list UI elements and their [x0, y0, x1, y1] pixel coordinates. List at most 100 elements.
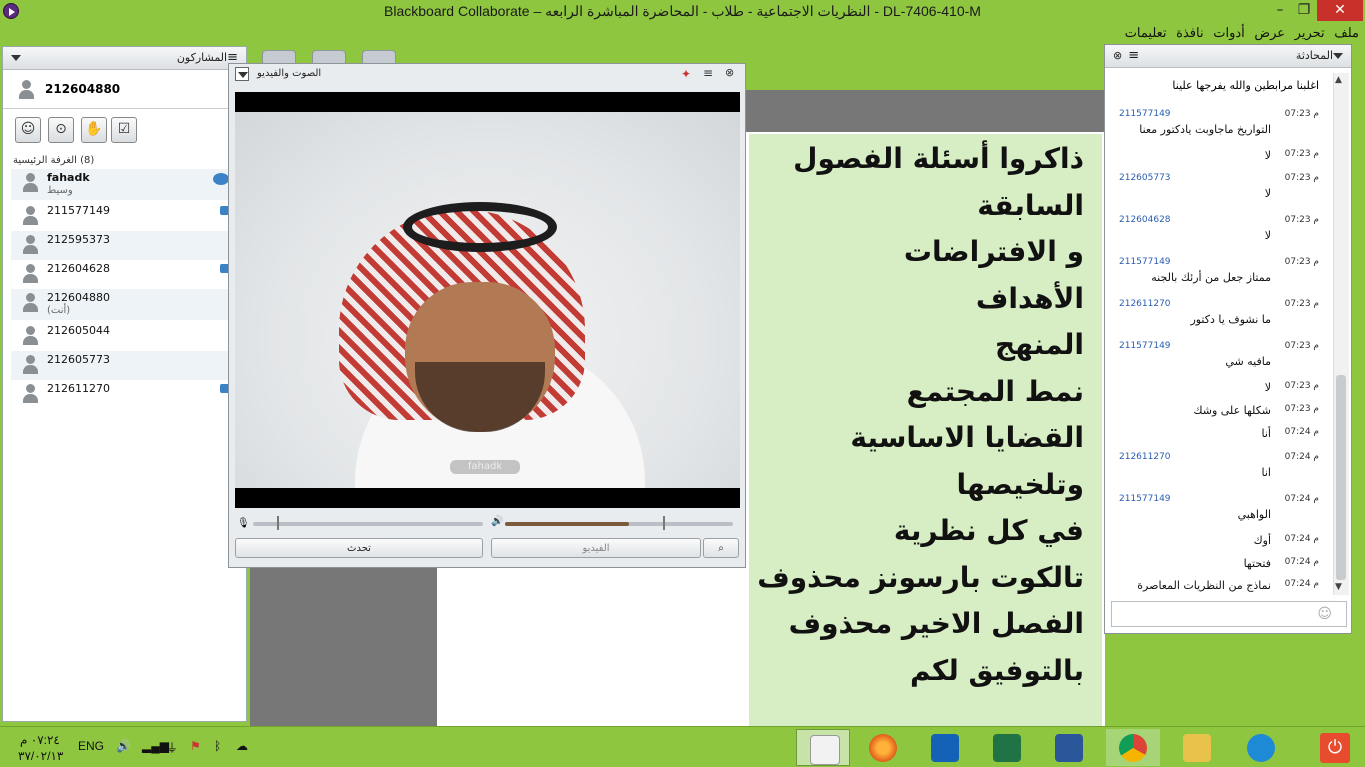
chat-message-user: 211577149 — [1119, 494, 1171, 504]
participant-role: وسيط — [47, 185, 73, 196]
participant-name: 211577149 — [47, 204, 110, 217]
word-icon — [1055, 734, 1083, 762]
microphone-slider-handle[interactable] — [277, 516, 279, 530]
talk-button[interactable]: تحدث — [235, 538, 483, 558]
title-bar: Blackboard Collaborate – النظريات الاجتم… — [0, 0, 1365, 23]
video-person-agal — [403, 202, 557, 252]
menu-bar: ملف تحرير عرض أدوات نافذة تعليمات — [0, 23, 1365, 43]
participant-row[interactable]: 212605773 — [11, 351, 231, 380]
taskbar-word[interactable] — [1042, 729, 1096, 766]
slide-line: و الافتراضات — [903, 235, 1084, 268]
chat-message-text: شكلها على وشك — [1193, 404, 1271, 417]
chat-message: 212604628 م 07:23 لا — [1119, 215, 1319, 257]
taskbar-explorer[interactable] — [1170, 729, 1224, 766]
volume-icon[interactable]: 🔊 — [116, 739, 131, 753]
menu-edit[interactable]: تحرير — [1292, 23, 1328, 43]
power-app-icon[interactable]: ⏻ — [1320, 733, 1350, 763]
chat-message-user: 211577149 — [1119, 109, 1171, 119]
chat-message-text: لا — [1264, 187, 1271, 200]
my-name: 212604880 — [45, 82, 121, 96]
chat-title: المحادثة — [1295, 49, 1333, 62]
poll-response-button[interactable]: ☑ — [111, 117, 137, 143]
participant-row[interactable]: 212605044 — [11, 322, 231, 351]
language-indicator[interactable]: ENG — [78, 739, 104, 753]
restore-button[interactable]: ❐ — [1292, 0, 1316, 21]
minimize-button[interactable]: – — [1268, 0, 1292, 21]
slide-line: ذاكروا أسئلة الفصول — [793, 142, 1084, 175]
close-icon[interactable]: ⊗ — [1113, 45, 1122, 67]
participant-name: 212604628 — [47, 262, 110, 275]
participant-row[interactable]: fahadk وسيط — [11, 169, 231, 200]
menu-window[interactable]: نافذة — [1173, 23, 1206, 43]
collapse-triangle-icon[interactable] — [1333, 45, 1343, 67]
chat-message-time: م 07:23 — [1284, 381, 1319, 391]
participant-name: fahadk — [47, 171, 90, 184]
menu-view[interactable]: عرض — [1251, 23, 1288, 43]
participant-row[interactable]: 212611270 — [11, 380, 231, 409]
clock-time[interactable]: ٠٧:٢٤ م — [20, 733, 60, 747]
video-settings-icon[interactable]: ✦ — [681, 67, 691, 81]
participant-name: 212604880 — [47, 291, 110, 304]
emoticon-icon[interactable]: ☺ — [1317, 606, 1332, 622]
scroll-up-icon[interactable]: ▲ — [1335, 75, 1342, 85]
microphone-level-slider[interactable] — [253, 522, 483, 526]
slide-line: بالتوفيق لكم — [909, 653, 1084, 687]
chat-message-user: 211577149 — [1119, 341, 1171, 351]
chat-message-text: انا — [1261, 466, 1271, 479]
close-icon[interactable]: ⊗ — [725, 66, 734, 79]
onedrive-icon[interactable]: ☁ — [236, 739, 248, 753]
chat-message-time: م 07:24 — [1284, 494, 1319, 504]
dropdown-icon[interactable] — [235, 67, 249, 81]
chat-input[interactable]: ☺ — [1111, 601, 1347, 627]
av-panel-title: الصوت والفيديو — [257, 68, 322, 79]
menu-file[interactable]: ملف — [1331, 23, 1362, 43]
menu-help[interactable]: تعليمات — [1122, 23, 1170, 43]
participant-row[interactable]: 212595373 — [11, 231, 231, 260]
slide-line: القضايا الاساسية — [850, 421, 1084, 454]
close-button[interactable]: ✕ — [1317, 0, 1363, 21]
notification-flag-icon[interactable]: ⚑ — [190, 739, 201, 753]
chat-message-text: الواهبي — [1237, 508, 1271, 521]
chat-message: 211577149 م 07:24 الواهبي — [1119, 494, 1319, 536]
taskbar-firefox[interactable] — [856, 729, 910, 766]
panel-menu-icon[interactable]: ≡ — [703, 66, 713, 80]
taskbar-maxthon[interactable] — [918, 729, 972, 766]
video-button[interactable]: الفيديو — [491, 538, 701, 558]
chat-message: 212611270 م 07:23 ما نشوف يا دكتور — [1119, 299, 1319, 341]
participant-row[interactable]: 212604880 (أنت) — [11, 289, 231, 320]
chat-message-time: م 07:24 — [1284, 427, 1319, 437]
taskbar-excel[interactable] — [980, 729, 1034, 766]
chat-message-user: 212605773 — [1119, 173, 1171, 183]
scroll-down-icon[interactable]: ▼ — [1335, 582, 1342, 592]
slide-line: الفصل الاخير محذوف — [788, 607, 1084, 640]
chat-message: 211577149 م 07:23 التواريخ ماجاوبت يادكت… — [1119, 109, 1319, 151]
menu-tools[interactable]: أدوات — [1210, 23, 1248, 43]
speaker-slider-handle[interactable] — [663, 516, 665, 530]
taskbar-java[interactable] — [796, 729, 850, 766]
avatar-icon — [23, 206, 38, 226]
avatar-icon — [23, 173, 38, 193]
signal-icon[interactable]: ▂▄▆ — [142, 739, 169, 753]
participants-panel: المشاركون ≡ 212604880 ☺ ⊙ ✋ ☑ (8) الغرفة… — [2, 46, 247, 722]
avatar-icon — [23, 264, 38, 284]
participant-row[interactable]: 211577149 — [11, 202, 231, 231]
collapse-triangle-icon[interactable] — [11, 47, 21, 69]
speaker-icon: 🔊 — [491, 516, 504, 527]
taskbar-chrome[interactable] — [1106, 729, 1160, 766]
video-preview-button[interactable]: ⌕ — [703, 538, 739, 558]
chat-message-time: م 07:24 — [1284, 534, 1319, 544]
panel-menu-icon[interactable]: ≡ — [1128, 45, 1139, 67]
raise-hand-button[interactable]: ✋ — [81, 117, 107, 143]
bluetooth-icon[interactable]: ᛒ — [214, 739, 221, 753]
chat-message: 212611270 م 07:24 انا — [1119, 452, 1319, 494]
taskbar-ie[interactable] — [1234, 729, 1288, 766]
emoticon-button[interactable]: ☺ — [15, 117, 41, 143]
away-status-button[interactable]: ⊙ — [48, 117, 74, 143]
chat-scrollbar-thumb[interactable] — [1336, 375, 1346, 580]
participant-name: 212595373 — [47, 233, 110, 246]
participant-row[interactable]: 212604628 — [11, 260, 231, 289]
slide-line: تالكوت بارسونز محذوف — [757, 560, 1084, 594]
clock-date[interactable]: ٣٧/٠٢/١٣ — [18, 749, 63, 763]
slide-line: في كل نظرية — [893, 514, 1084, 547]
chat-message-text: مافيه شي — [1225, 355, 1271, 368]
